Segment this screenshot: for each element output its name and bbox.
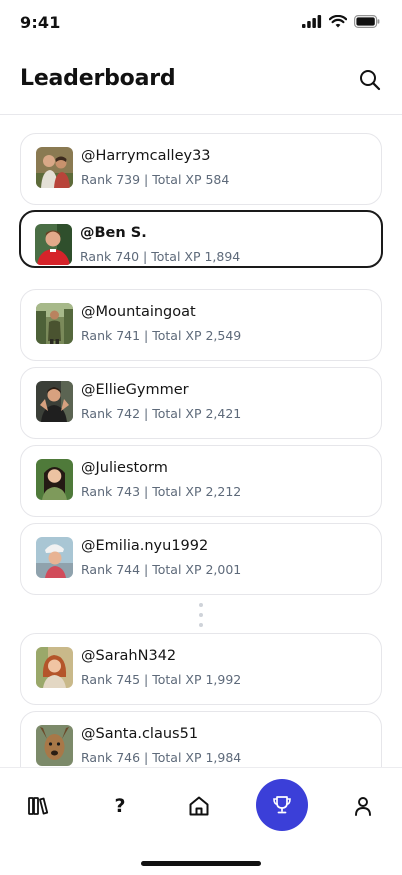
avatar bbox=[36, 147, 73, 188]
entry-username: @Juliestorm bbox=[81, 460, 168, 476]
home-icon bbox=[189, 796, 209, 816]
entry-rank-xp: Rank 742 | Total XP 2,421 bbox=[81, 406, 242, 421]
battery-icon bbox=[354, 15, 380, 28]
nav-help-button[interactable]: ? bbox=[96, 782, 144, 830]
wifi-icon bbox=[329, 15, 347, 28]
avatar bbox=[36, 459, 73, 500]
leaderboard-entry[interactable]: @Santa.claus51 Rank 746 | Total XP 1,984 bbox=[20, 711, 382, 767]
nav-home-button[interactable] bbox=[175, 782, 223, 830]
entry-rank-xp: Rank 745 | Total XP 1,992 bbox=[81, 672, 242, 687]
signal-icon bbox=[302, 15, 322, 28]
entry-rank-xp: Rank 746 | Total XP 1,984 bbox=[81, 750, 242, 765]
leaderboard-entry[interactable]: @Mountaingoat Rank 741 | Total XP 2,549 bbox=[20, 289, 382, 361]
entry-username: @Harrymcalley33 bbox=[81, 148, 211, 164]
home-indicator bbox=[141, 861, 261, 866]
entry-username: @Emilia.nyu1992 bbox=[81, 538, 209, 554]
header: Leaderboard bbox=[0, 60, 402, 114]
page-title: Leaderboard bbox=[20, 66, 176, 91]
trophy-icon bbox=[273, 796, 291, 814]
entry-rank-xp: Rank 743 | Total XP 2,212 bbox=[81, 484, 242, 499]
avatar bbox=[36, 725, 73, 766]
leaderboard-entry[interactable]: @EllieGymmer Rank 742 | Total XP 2,421 bbox=[20, 367, 382, 439]
leaderboard-entry[interactable]: @Harrymcalley33 Rank 739 | Total XP 584 bbox=[20, 133, 382, 205]
library-icon bbox=[28, 797, 49, 815]
entry-username: @Ben S. bbox=[80, 225, 147, 241]
avatar bbox=[36, 537, 73, 578]
nav-library-button[interactable] bbox=[14, 782, 62, 830]
search-button[interactable] bbox=[358, 68, 382, 92]
search-icon bbox=[360, 70, 381, 91]
leaderboard-entry[interactable]: @Juliestorm Rank 743 | Total XP 2,212 bbox=[20, 445, 382, 517]
profile-icon bbox=[355, 797, 371, 816]
bottom-nav: ? bbox=[0, 767, 402, 875]
leaderboard-list[interactable]: @Harrymcalley33 Rank 739 | Total XP 584 … bbox=[0, 115, 402, 767]
entry-rank-xp: Rank 739 | Total XP 584 bbox=[81, 172, 230, 187]
leaderboard-entry[interactable]: @Emilia.nyu1992 Rank 744 | Total XP 2,00… bbox=[20, 523, 382, 595]
status-bar: 9:41 bbox=[0, 0, 402, 48]
status-time: 9:41 bbox=[20, 13, 61, 32]
help-icon: ? bbox=[114, 795, 126, 817]
leaderboard-entry-selected[interactable]: @Ben S. Rank 740 | Total XP 1,894 bbox=[19, 210, 383, 268]
avatar bbox=[36, 303, 73, 344]
avatar bbox=[36, 647, 73, 688]
more-ranks-ellipsis bbox=[198, 603, 204, 627]
entry-username: @SarahN342 bbox=[81, 648, 177, 664]
entry-username: @Mountaingoat bbox=[81, 304, 196, 320]
nav-leaderboard-button[interactable] bbox=[256, 779, 308, 831]
entry-rank-xp: Rank 744 | Total XP 2,001 bbox=[81, 562, 242, 577]
avatar bbox=[36, 381, 73, 422]
entry-username: @EllieGymmer bbox=[81, 382, 189, 398]
status-icons bbox=[302, 15, 380, 28]
entry-rank-xp: Rank 741 | Total XP 2,549 bbox=[81, 328, 242, 343]
entry-rank-xp: Rank 740 | Total XP 1,894 bbox=[80, 249, 241, 264]
leaderboard-entry[interactable]: @SarahN342 Rank 745 | Total XP 1,992 bbox=[20, 633, 382, 705]
avatar bbox=[35, 224, 72, 265]
entry-username: @Santa.claus51 bbox=[81, 726, 199, 742]
nav-profile-button[interactable] bbox=[339, 782, 387, 830]
